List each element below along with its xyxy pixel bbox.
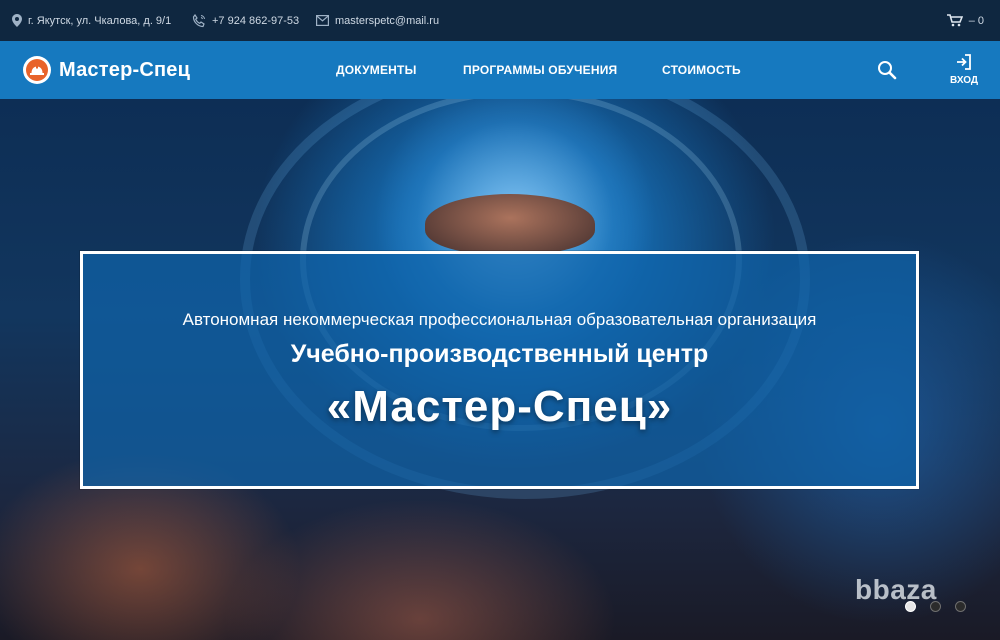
login-button[interactable]: ВХОД xyxy=(944,54,984,86)
nav-training-programs[interactable]: ПРОГРАММЫ ОБУЧЕНИЯ xyxy=(463,41,617,99)
phone-item[interactable]: +7 924 862-97-53 xyxy=(192,0,299,41)
slider-dot-3[interactable] xyxy=(955,601,966,612)
address-text: г. Якутск, ул. Чкалова, д. 9/1 xyxy=(28,14,172,27)
nav-documents[interactable]: ДОКУМЕНТЫ xyxy=(336,41,417,99)
hero-slider: Автономная некоммерческая профессиональн… xyxy=(0,99,1000,640)
site-logo[interactable]: Мастер-Спец xyxy=(23,56,190,84)
login-label: ВХОД xyxy=(949,75,979,86)
cart-count: – 0 xyxy=(968,14,984,27)
slider-pagination xyxy=(905,601,966,612)
search-icon[interactable] xyxy=(876,59,898,81)
envelope-icon xyxy=(316,15,329,26)
hero-subtitle: Автономная некоммерческая профессиональн… xyxy=(182,310,817,329)
main-navbar: Мастер-Спец ДОКУМЕНТЫ ПРОГРАММЫ ОБУЧЕНИЯ… xyxy=(0,41,1000,99)
slider-dot-2[interactable] xyxy=(930,601,941,612)
map-pin-icon xyxy=(12,14,22,27)
cart-icon xyxy=(946,14,963,27)
cart-link[interactable]: – 0 xyxy=(946,0,984,41)
login-icon xyxy=(956,54,972,75)
hero-caption-box: Автономная некоммерческая профессиональн… xyxy=(80,251,919,489)
logo-text: Мастер-Спец xyxy=(59,58,191,81)
hero-title: «Мастер-Спец» xyxy=(326,382,673,431)
phone-text[interactable]: +7 924 862-97-53 xyxy=(212,15,299,27)
address-item: г. Якутск, ул. Чкалова, д. 9/1 xyxy=(12,0,171,41)
top-info-bar: г. Якутск, ул. Чкалова, д. 9/1 +7 924 86… xyxy=(0,0,1000,41)
hero-center-name: Учебно-производственный центр xyxy=(290,340,709,368)
hero-welder-figure xyxy=(425,194,595,254)
nav-pricing[interactable]: СТОИМОСТЬ xyxy=(662,41,741,99)
slider-dot-1[interactable] xyxy=(905,601,916,612)
phone-icon xyxy=(192,13,206,28)
email-item[interactable]: masterspetc@mail.ru xyxy=(316,0,439,41)
hard-hat-icon xyxy=(23,56,51,84)
email-text[interactable]: masterspetc@mail.ru xyxy=(335,15,439,27)
